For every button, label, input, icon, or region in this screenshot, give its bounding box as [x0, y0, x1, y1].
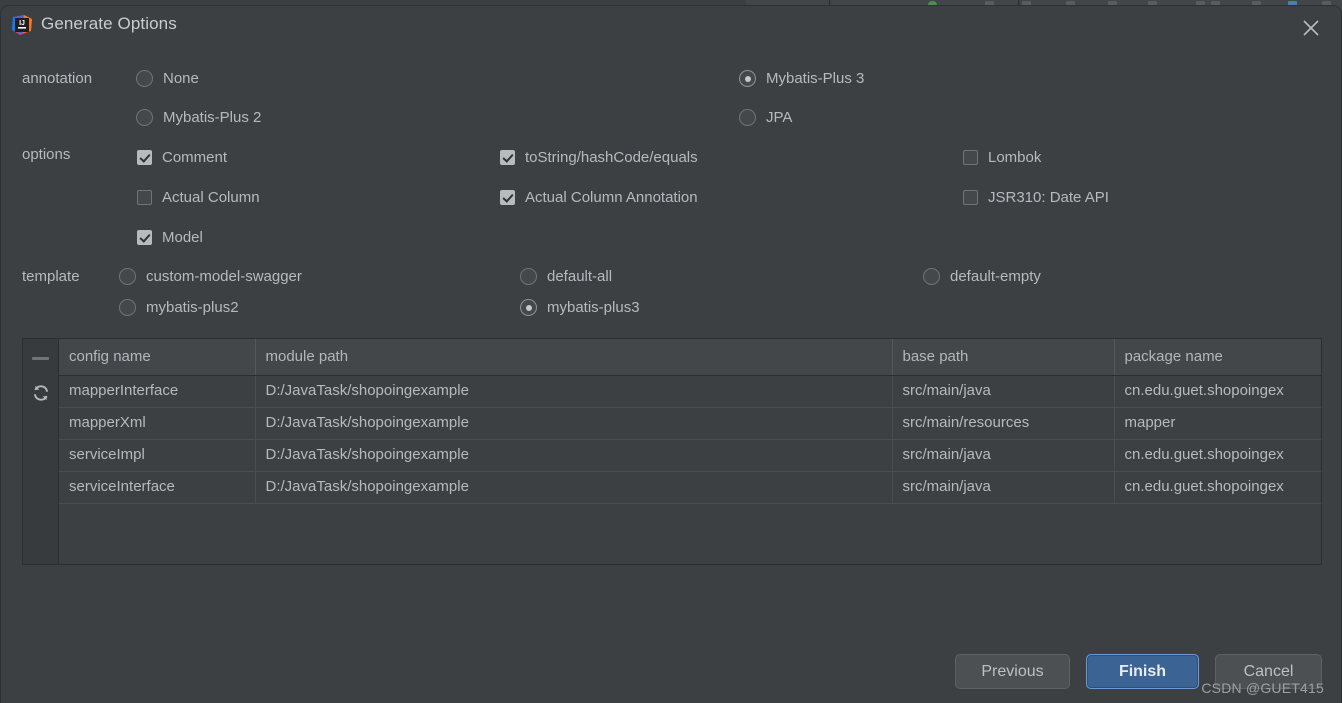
checkbox-jsr310-date-api[interactable]: JSR310: Date API: [963, 189, 1109, 206]
template-label: template: [22, 268, 80, 285]
cell-module-path[interactable]: D:/JavaTask/shopoingexample: [255, 439, 893, 472]
cell-package-name[interactable]: cn.edu.guet.shopoingex: [1114, 375, 1321, 408]
radio-indicator: [136, 70, 153, 87]
radio-label: default-all: [547, 268, 613, 285]
intellij-idea-icon: IJ: [11, 14, 33, 36]
checkbox-lombok[interactable]: Lombok: [963, 149, 1041, 166]
cell-base-path[interactable]: src/main/java: [892, 375, 1115, 408]
checkbox-label: Actual Column Annotation: [525, 189, 698, 206]
cancel-button[interactable]: Cancel: [1215, 654, 1322, 689]
cell-base-path[interactable]: src/main/java: [892, 439, 1115, 472]
cell-package-name[interactable]: mapper: [1114, 407, 1321, 440]
finish-button[interactable]: Finish: [1086, 654, 1199, 689]
radio-template-mybatis-plus2[interactable]: mybatis-plus2: [119, 299, 239, 316]
checkbox-indicator: [137, 230, 152, 245]
checkbox-comment[interactable]: Comment: [137, 149, 227, 166]
checkbox-label: toString/hashCode/equals: [525, 149, 698, 166]
radio-label: Mybatis-Plus 3: [766, 70, 865, 87]
table-grid[interactable]: config name module path base path packag…: [59, 339, 1321, 564]
radio-indicator: [520, 268, 537, 285]
column-header-config-name[interactable]: config name: [59, 339, 256, 376]
cell-base-path[interactable]: src/main/java: [892, 471, 1115, 504]
svg-text:IJ: IJ: [19, 20, 25, 27]
previous-button[interactable]: Previous: [955, 654, 1070, 689]
radio-indicator: [739, 70, 756, 87]
radio-label: mybatis-plus2: [146, 299, 239, 316]
config-table: config name module path base path packag…: [22, 338, 1322, 565]
cell-config-name[interactable]: mapperXml: [59, 407, 256, 440]
cell-module-path[interactable]: D:/JavaTask/shopoingexample: [255, 407, 893, 440]
cell-config-name[interactable]: serviceImpl: [59, 439, 256, 472]
close-icon[interactable]: [1300, 17, 1322, 39]
column-header-package-name[interactable]: package name: [1114, 339, 1321, 376]
checkbox-actual-column-annotation[interactable]: Actual Column Annotation: [500, 189, 698, 206]
column-header-module-path[interactable]: module path: [255, 339, 893, 376]
checkbox-actual-column[interactable]: Actual Column: [137, 189, 260, 206]
radio-annotation-jpa[interactable]: JPA: [739, 109, 792, 126]
cell-config-name[interactable]: mapperInterface: [59, 375, 256, 408]
radio-indicator: [739, 109, 756, 126]
radio-indicator: [923, 268, 940, 285]
radio-indicator: [520, 299, 537, 316]
radio-label: custom-model-swagger: [146, 268, 302, 285]
refresh-icon[interactable]: [31, 383, 51, 403]
checkbox-indicator: [500, 150, 515, 165]
column-header-base-path[interactable]: base path: [892, 339, 1115, 376]
checkbox-indicator: [963, 190, 978, 205]
radio-label: mybatis-plus3: [547, 299, 640, 316]
radio-template-default-all[interactable]: default-all: [520, 268, 612, 285]
radio-label: JPA: [766, 109, 793, 126]
cell-package-name[interactable]: cn.edu.guet.shopoingex: [1114, 439, 1321, 472]
radio-annotation-mybatis-plus-3[interactable]: Mybatis-Plus 3: [739, 70, 864, 87]
checkbox-tostring-hashcode-equals[interactable]: toString/hashCode/equals: [500, 149, 698, 166]
radio-indicator: [119, 268, 136, 285]
radio-label: default-empty: [950, 268, 1041, 285]
radio-template-custom-model-swagger[interactable]: custom-model-swagger: [119, 268, 302, 285]
checkbox-indicator: [137, 190, 152, 205]
radio-template-default-empty[interactable]: default-empty: [923, 268, 1041, 285]
radio-template-mybatis-plus3[interactable]: mybatis-plus3: [520, 299, 640, 316]
checkbox-label: JSR310: Date API: [988, 189, 1109, 206]
generate-options-dialog: IJ Generate Options annotation None Myba…: [0, 5, 1342, 703]
radio-annotation-mybatis-plus-2[interactable]: Mybatis-Plus 2: [136, 109, 261, 126]
screen: IJ Generate Options annotation None Myba…: [0, 0, 1342, 703]
radio-label: None: [163, 70, 199, 87]
checkbox-label: Lombok: [988, 149, 1042, 166]
checkbox-label: Comment: [162, 149, 228, 166]
table-gutter: [23, 339, 59, 564]
options-label: options: [22, 146, 71, 163]
cell-config-name[interactable]: serviceInterface: [59, 471, 256, 504]
radio-indicator: [119, 299, 136, 316]
checkbox-indicator: [500, 190, 515, 205]
radio-annotation-none[interactable]: None: [136, 70, 199, 87]
checkbox-indicator: [137, 150, 152, 165]
table-empty-area: [59, 503, 1321, 564]
table-row[interactable]: serviceImpl D:/JavaTask/shopoingexample …: [59, 439, 1321, 472]
cell-base-path[interactable]: src/main/resources: [892, 407, 1115, 440]
dialog-title: Generate Options: [41, 14, 177, 33]
minus-icon[interactable]: [32, 357, 49, 360]
radio-indicator: [136, 109, 153, 126]
checkbox-label: Actual Column: [162, 189, 260, 206]
dialog-titlebar: IJ Generate Options: [1, 6, 1341, 47]
checkbox-label: Model: [162, 229, 203, 246]
table-row[interactable]: serviceInterface D:/JavaTask/shopoingexa…: [59, 471, 1321, 504]
annotation-label: annotation: [22, 70, 93, 87]
checkbox-model[interactable]: Model: [137, 229, 203, 246]
radio-label: Mybatis-Plus 2: [163, 109, 262, 126]
table-row[interactable]: mapperInterface D:/JavaTask/shopoingexam…: [59, 375, 1321, 408]
checkbox-indicator: [963, 150, 978, 165]
table-header-row: config name module path base path packag…: [59, 339, 1321, 376]
cell-module-path[interactable]: D:/JavaTask/shopoingexample: [255, 375, 893, 408]
cell-package-name[interactable]: cn.edu.guet.shopoingex: [1114, 471, 1321, 504]
cell-module-path[interactable]: D:/JavaTask/shopoingexample: [255, 471, 893, 504]
table-row[interactable]: mapperXml D:/JavaTask/shopoingexample sr…: [59, 407, 1321, 440]
